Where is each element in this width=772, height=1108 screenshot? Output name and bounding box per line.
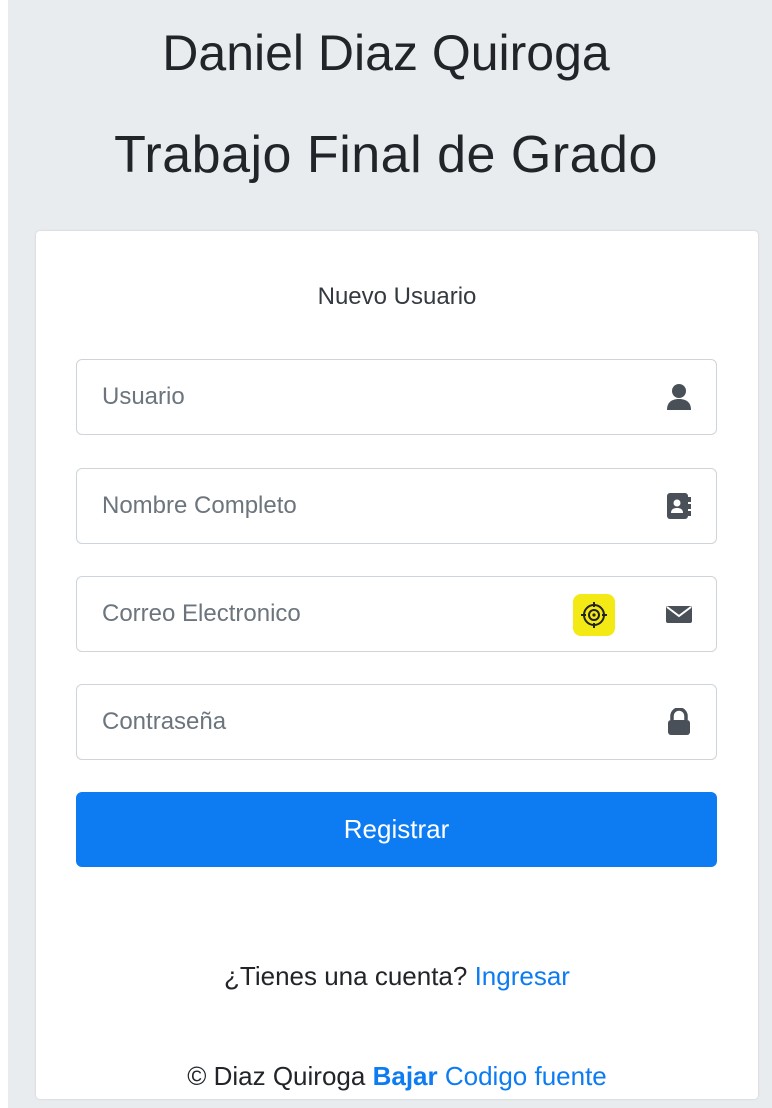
envelope-icon	[664, 599, 694, 629]
lock-icon	[664, 707, 694, 737]
target-icon[interactable]	[573, 594, 615, 636]
login-prompt: ¿Tienes una cuenta? Ingresar	[36, 961, 758, 992]
login-prompt-text: ¿Tienes una cuenta?	[224, 961, 468, 991]
register-card: Nuevo Usuario Usuario Nombre Completo Co…	[36, 231, 758, 1099]
email-input[interactable]	[77, 577, 547, 651]
username-field-group	[76, 359, 717, 435]
register-button[interactable]: Registrar	[76, 792, 717, 867]
password-input[interactable]	[77, 685, 637, 759]
address-card-icon	[664, 491, 694, 521]
source-code-link[interactable]: Codigo fuente	[445, 1061, 607, 1091]
page-subtitle: Trabajo Final de Grado	[114, 126, 658, 184]
fullname-field-group	[76, 468, 717, 544]
fullname-input[interactable]	[77, 469, 637, 543]
password-field-group	[76, 684, 717, 760]
username-input[interactable]	[77, 360, 637, 434]
author-name: Daniel Diaz Quiroga	[162, 25, 610, 81]
user-icon	[664, 382, 694, 412]
email-field-group	[76, 576, 717, 652]
page: Daniel Diaz Quiroga Trabajo Final de Gra…	[0, 0, 772, 1108]
form-title: Nuevo Usuario	[317, 283, 477, 310]
download-link[interactable]: Bajar	[373, 1061, 438, 1091]
login-link[interactable]: Ingresar	[475, 961, 570, 991]
footer: © Diaz Quiroga Bajar Codigo fuente	[36, 1061, 758, 1092]
copyright-text: © Diaz Quiroga	[187, 1061, 366, 1091]
